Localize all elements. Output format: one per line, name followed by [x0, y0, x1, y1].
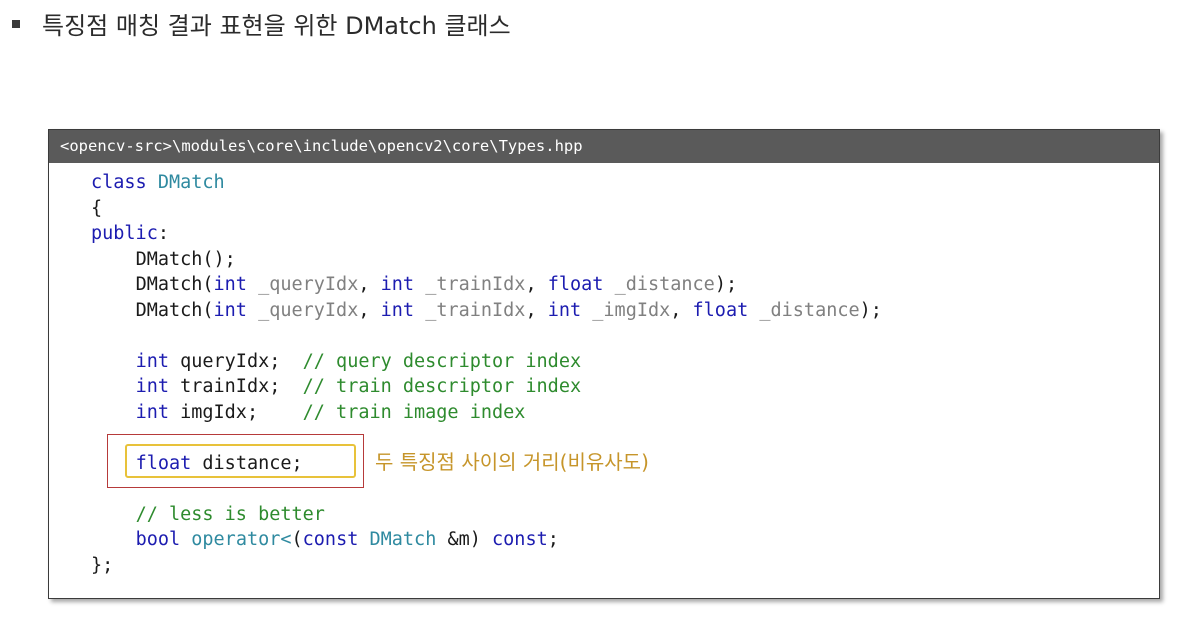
- slide-title: 특징점 매칭 결과 표현을 위한 DMatch 클래스: [42, 12, 511, 40]
- slide-heading: 특징점 매칭 결과 표현을 위한 DMatch 클래스: [12, 6, 511, 41]
- code-line: int imgIdx; // train image index: [135, 401, 526, 423]
- code-listing: class DMatch { public: DMatch(); DMatch(…: [91, 170, 882, 578]
- code-file-path: <opencv-src>\modules\core\include\opencv…: [49, 130, 1159, 163]
- code-box: <opencv-src>\modules\core\include\opencv…: [48, 129, 1160, 599]
- code-line: float distance;: [135, 452, 303, 474]
- code-line: bool operator<(const DMatch &m) const;: [135, 529, 559, 550]
- code-line: DMatch(int _queryIdx, int _trainIdx, flo…: [135, 274, 738, 295]
- square-bullet-icon: [12, 19, 20, 28]
- distance-annotation: 두 특징점 사이의 거리(비유사도): [375, 450, 649, 474]
- code-line: DMatch();: [135, 248, 236, 270]
- code-line: int trainIdx; // train descriptor index: [135, 376, 582, 397]
- code-line: {: [91, 197, 103, 219]
- code-line: DMatch(int _queryIdx, int _trainIdx, int…: [135, 299, 882, 321]
- code-line: int queryIdx; // query descriptor index: [135, 350, 582, 372]
- code-line: class DMatch: [91, 172, 225, 193]
- code-line: public:: [91, 223, 169, 244]
- code-line: // less is better: [135, 503, 325, 525]
- code-line: };: [91, 554, 114, 576]
